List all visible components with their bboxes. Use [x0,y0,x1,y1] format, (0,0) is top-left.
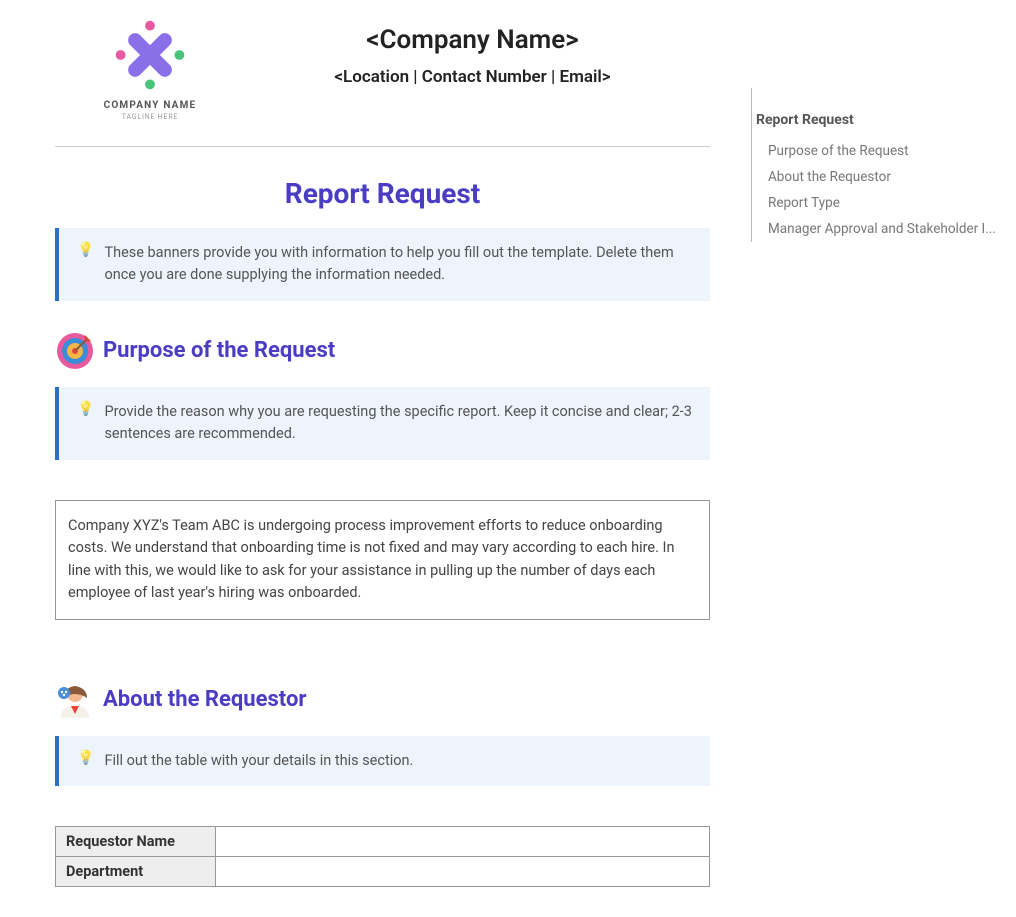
outline-title[interactable]: Report Request [752,112,1006,128]
table-value-name[interactable] [216,827,710,857]
document-header: COMPANY NAME TAGLINE HERE <Company Name>… [55,20,710,121]
section-requestor: About the Requestor 💡 Fill out the table… [55,680,710,887]
outline-item-report-type[interactable]: Report Type [768,190,1006,216]
info-banner-purpose: 💡 Provide the reason why you are request… [55,387,710,460]
company-contact-placeholder: <Location | Contact Number | Email> [235,67,710,87]
purpose-body-text[interactable]: Company XYZ's Team ABC is undergoing pro… [55,500,710,620]
document-outline: Report Request Purpose of the Request Ab… [751,88,1006,242]
document-title: Report Request [55,177,710,210]
banner-intro-text: These banners provide you with informati… [104,242,692,287]
outline-item-purpose[interactable]: Purpose of the Request [768,138,1006,164]
person-icon [55,680,95,720]
banner-purpose-text: Provide the reason why you are requestin… [104,401,692,446]
table-row: Requestor Name [56,827,710,857]
table-value-dept[interactable] [216,857,710,887]
section-purpose: Purpose of the Request 💡 Provide the rea… [55,331,710,620]
header-divider [55,146,710,147]
section-requestor-heading: About the Requestor [103,687,306,712]
outline-item-requestor[interactable]: About the Requestor [768,164,1006,190]
requestor-table: Requestor Name Department [55,826,710,887]
lightbulb-icon: 💡 [77,401,94,417]
lightbulb-icon: 💡 [77,242,94,258]
table-row: Department [56,857,710,887]
lightbulb-icon: 💡 [77,750,94,766]
table-label-dept: Department [56,857,216,887]
logo-company-name: COMPANY NAME [95,100,205,111]
logo-tagline: TAGLINE HERE [95,113,205,121]
section-purpose-heading: Purpose of the Request [103,338,335,363]
outline-item-approval[interactable]: Manager Approval and Stakeholder I... [768,216,1006,242]
target-icon [55,331,95,371]
banner-requestor-text: Fill out the table with your details in … [104,750,413,772]
company-name-placeholder: <Company Name> [235,25,710,55]
info-banner-requestor: 💡 Fill out the table with your details i… [55,736,710,786]
logo-icon [115,20,185,90]
company-logo: COMPANY NAME TAGLINE HERE [95,20,205,121]
table-label-name: Requestor Name [56,827,216,857]
info-banner-intro: 💡 These banners provide you with informa… [55,228,710,301]
